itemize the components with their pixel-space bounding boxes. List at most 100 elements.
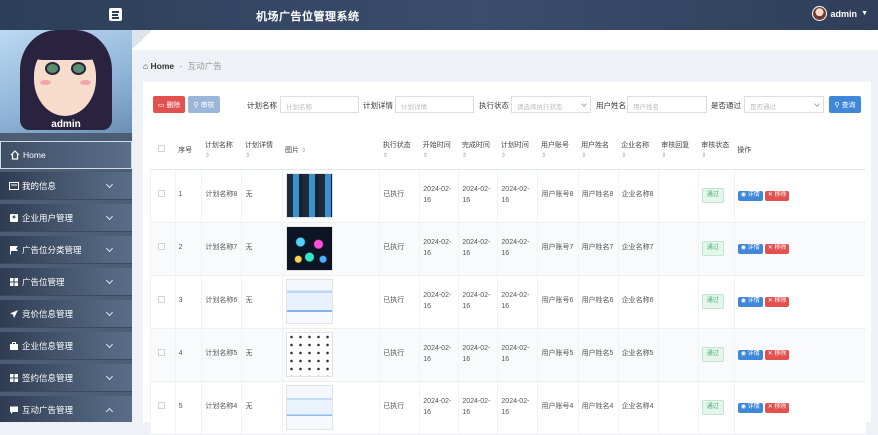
detail-button[interactable]: ◉ 详情 — [737, 296, 763, 307]
eye-icon: ◉ — [740, 351, 747, 358]
row-checkbox[interactable] — [150, 381, 176, 435]
sidebar-item-label: 竞价信息管理 — [22, 308, 74, 319]
sidebar-item-ad-slot[interactable]: 广告位管理 — [0, 268, 132, 296]
row-checkbox[interactable] — [150, 328, 176, 382]
cell-image[interactable] — [281, 222, 380, 276]
cell-image[interactable] — [281, 275, 380, 329]
send-icon — [9, 309, 19, 319]
ad-thumbnail-image[interactable] — [285, 226, 333, 271]
column-header[interactable]: 计划时间 ⇕ — [497, 133, 538, 170]
cell-start-time: 2024-02-16 — [419, 381, 459, 435]
exec-status-placeholder: 请选择执行状态 — [517, 104, 563, 111]
column-header[interactable]: 审核回复 ⇕ — [658, 133, 699, 170]
user-menu[interactable]: admin ▼ — [811, 6, 868, 21]
search-button-label: 查询 — [841, 101, 856, 109]
column-header[interactable]: 用户账号 ⇕ — [537, 133, 579, 170]
cell-actions: ◉ 详情 ✕ 移除 — [733, 169, 866, 223]
remove-button[interactable]: ✕ 移除 — [764, 190, 790, 201]
cell-account: 用户账号4 — [537, 381, 579, 435]
review-button[interactable]: ⚲ 审核 — [188, 96, 220, 113]
sort-icon[interactable]: ⇕ — [701, 153, 706, 159]
row-checkbox[interactable] — [150, 275, 176, 329]
sort-icon[interactable]: ⇕ — [462, 153, 467, 159]
sort-icon[interactable]: ⇕ — [581, 153, 586, 159]
row-checkbox[interactable] — [150, 222, 176, 276]
sidebar-item-enterprise-info[interactable]: 企业信息管理 — [0, 332, 132, 360]
ad-thumbnail-image[interactable] — [285, 173, 333, 218]
row-checkbox[interactable] — [150, 169, 176, 223]
breadcrumb-home[interactable]: Home — [151, 61, 175, 71]
remove-button[interactable]: ✕ 移除 — [764, 349, 790, 360]
close-icon: ✕ — [767, 404, 773, 411]
ad-thumbnail-image[interactable] — [285, 279, 333, 324]
top-bar: 机场广告位管理系统 admin ▼ — [0, 0, 878, 30]
cell-finish-time: 2024-02-16 — [458, 222, 498, 276]
sort-icon[interactable]: ⇕ — [621, 153, 626, 159]
sort-icon[interactable]: ⇕ — [301, 148, 306, 154]
detail-button[interactable]: ◉ 详情 — [737, 349, 763, 360]
pass-select[interactable]: 是否通过 — [744, 96, 824, 113]
detail-button-label: 详情 — [747, 404, 760, 411]
menu-toggle-icon[interactable] — [109, 8, 122, 21]
remove-button[interactable]: ✕ 移除 — [764, 243, 790, 254]
exec-status-select[interactable]: 请选择执行状态 — [511, 96, 591, 113]
column-header-label: 用户账号 — [540, 141, 569, 149]
sort-icon[interactable]: ⇕ — [501, 153, 506, 159]
plan-detail-input[interactable]: 计划详情 — [395, 96, 474, 113]
sort-icon[interactable]: ⇕ — [423, 153, 428, 159]
search-button[interactable]: ⚲ 查询 — [829, 96, 861, 113]
remove-button[interactable]: ✕ 移除 — [764, 296, 790, 307]
sort-icon[interactable]: ⇕ — [205, 153, 210, 159]
cell-image[interactable] — [281, 381, 380, 435]
sidebar-item-bidding[interactable]: 竞价信息管理 — [0, 300, 132, 328]
sidebar-item-home[interactable]: Home — [0, 141, 132, 169]
review-button-label: 审核 — [200, 101, 215, 109]
sidebar-item-interactive-ads[interactable]: 互动广告管理 — [0, 396, 132, 422]
column-header[interactable]: 开始时间 ⇕ — [419, 133, 459, 170]
cell-image[interactable] — [281, 169, 380, 223]
column-header[interactable]: 计划名称 ⇕ — [201, 133, 242, 170]
user-name-input[interactable]: 用户姓名 — [627, 96, 707, 113]
app-title: 机场广告位管理系统 — [256, 11, 360, 23]
cell-image[interactable] — [281, 328, 380, 382]
status-badge: 通过 — [701, 240, 724, 257]
column-header[interactable]: 图片 ⇕ — [282, 133, 380, 170]
column-header[interactable]: 完成时间 ⇕ — [458, 133, 498, 170]
column-header[interactable]: 审核状态 ⇕ — [698, 133, 735, 170]
detail-button[interactable]: ◉ 详情 — [737, 243, 763, 254]
sidebar-item-enterprise-users[interactable]: 企业用户管理 — [0, 204, 132, 232]
sidebar-item-ad-category[interactable]: 广告位分类管理 — [0, 236, 132, 264]
sidebar-item-label: Home — [23, 150, 46, 160]
chevron-down-icon — [105, 372, 114, 381]
cell-finish-time: 2024-02-16 — [458, 169, 498, 223]
column-header[interactable]: 执行状态 ⇕ — [379, 133, 420, 170]
sidebar-item-my-info[interactable]: 我的信息 — [0, 172, 132, 200]
cell-reply — [657, 169, 699, 223]
ad-thumbnail-image[interactable] — [285, 332, 333, 377]
detail-button[interactable]: ◉ 详情 — [737, 190, 763, 201]
column-header[interactable]: 用户姓名 ⇕ — [578, 133, 619, 170]
sort-icon[interactable]: ⇕ — [383, 153, 388, 159]
cell-no: 5 — [174, 381, 202, 435]
status-badge: 通过 — [701, 399, 724, 416]
delete-button[interactable]: ▭ 删除 — [153, 96, 185, 113]
column-header[interactable]: 计划详情 ⇕ — [241, 133, 283, 170]
user-name-label: 用户姓名 — [596, 101, 626, 110]
sort-icon[interactable]: ⇕ — [661, 153, 666, 159]
select-all-checkbox[interactable] — [150, 133, 176, 170]
column-header[interactable]: 企业名称 ⇕ — [618, 133, 659, 170]
sort-icon[interactable]: ⇕ — [245, 153, 250, 159]
flag-icon — [9, 245, 19, 255]
remove-button[interactable]: ✕ 移除 — [764, 402, 790, 413]
grid-icon — [9, 277, 19, 287]
table-row: 1 计划名称8 无 已执行 2024-02-16 2024-02-16 2024… — [150, 169, 866, 223]
plan-name-input[interactable]: 计划名称 — [280, 96, 359, 113]
ad-thumbnail-image[interactable] — [285, 385, 333, 430]
delete-button-label: 删除 — [166, 101, 181, 109]
cell-review-status: 通过 — [697, 222, 735, 276]
column-header-label: 计划名称 — [204, 141, 233, 149]
detail-button[interactable]: ◉ 详情 — [737, 402, 763, 413]
sidebar-item-contract[interactable]: 签约信息管理 — [0, 364, 132, 392]
sort-icon[interactable]: ⇕ — [541, 153, 546, 159]
cell-reply — [657, 222, 699, 276]
